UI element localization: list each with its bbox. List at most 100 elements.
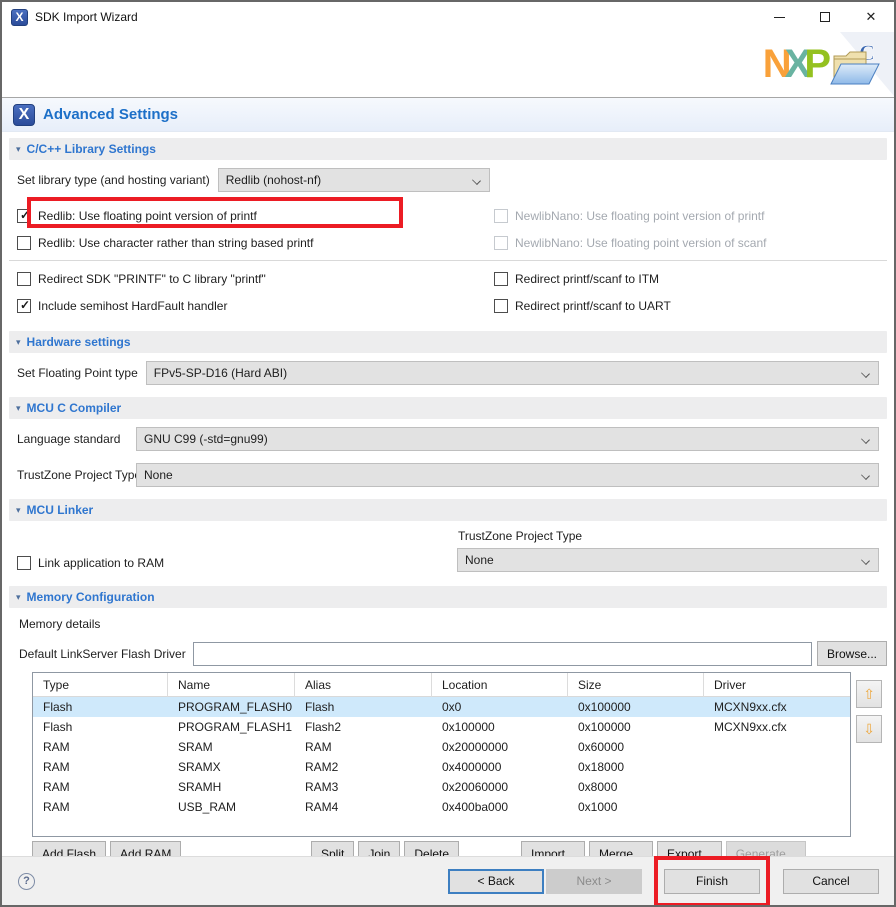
flash-driver-input[interactable] bbox=[193, 642, 812, 666]
flash-driver-label: Default LinkServer Flash Driver bbox=[19, 647, 186, 661]
language-standard-combo[interactable]: GNU C99 (-std=gnu99) bbox=[136, 427, 879, 451]
library-type-combo[interactable]: Redlib (nohost-nf) bbox=[218, 168, 490, 192]
checkbox-semihost-hardfault[interactable]: ✓ Include semihost HardFault handler bbox=[17, 292, 449, 319]
cell-name: USB_RAM bbox=[168, 800, 295, 814]
c-project-folder-icon: C bbox=[829, 38, 881, 94]
checkbox-redlib-float-printf[interactable]: ✓ Redlib: Use floating point version of … bbox=[17, 202, 449, 229]
table-row[interactable]: RAM USB_RAM RAM4 0x400ba000 0x1000 bbox=[33, 797, 850, 817]
move-up-icon: ⇧ bbox=[863, 686, 875, 703]
checkbox-newlibnano-float-printf: NewlibNano: Use floating point version o… bbox=[494, 202, 887, 229]
section-header-library-settings[interactable]: ▾ C/C++ Library Settings bbox=[9, 138, 887, 160]
annotation-highlight-finish: Finish bbox=[654, 856, 770, 907]
cell-type: RAM bbox=[33, 760, 168, 774]
maximize-button[interactable] bbox=[802, 2, 848, 32]
checkbox-label: Link application to RAM bbox=[38, 556, 164, 570]
divider bbox=[9, 260, 887, 261]
chevron-down-icon bbox=[861, 369, 870, 378]
minimize-button[interactable] bbox=[756, 2, 802, 32]
table-row[interactable]: Flash PROGRAM_FLASH0 Flash 0x0 0x100000 … bbox=[33, 697, 850, 717]
column-header-location[interactable]: Location bbox=[432, 673, 568, 697]
wizard-content: ▾ C/C++ Library Settings Set library typ… bbox=[2, 132, 894, 867]
chevron-down-icon bbox=[861, 556, 870, 565]
cell-name: PROGRAM_FLASH1 bbox=[168, 720, 295, 734]
maximize-icon bbox=[820, 12, 830, 22]
compiler-trustzone-combo[interactable]: None bbox=[136, 463, 879, 487]
cell-location: 0x400ba000 bbox=[432, 800, 568, 814]
checkbox-redlib-char-printf[interactable]: Redlib: Use character rather than string… bbox=[17, 229, 449, 256]
section-title: Hardware settings bbox=[27, 335, 131, 349]
section-title: MCU C Compiler bbox=[27, 401, 122, 415]
column-header-type[interactable]: Type bbox=[33, 673, 168, 697]
section-header-memory-configuration[interactable]: ▾ Memory Configuration bbox=[9, 586, 887, 608]
nxp-logo: NXP bbox=[763, 42, 824, 86]
close-icon: ✕ bbox=[866, 9, 877, 25]
page-header: X Advanced Settings bbox=[2, 98, 894, 132]
fpu-type-combo[interactable]: FPv5-SP-D16 (Hard ABI) bbox=[146, 361, 879, 385]
linker-trustzone-label: TrustZone Project Type bbox=[458, 529, 879, 543]
cell-alias: Flash2 bbox=[295, 720, 432, 734]
cell-name: SRAMX bbox=[168, 760, 295, 774]
section-header-hardware-settings[interactable]: ▾ Hardware settings bbox=[9, 331, 887, 353]
checkbox-link-application-to-ram[interactable]: Link application to RAM bbox=[17, 549, 164, 576]
browse-button[interactable]: Browse... bbox=[817, 641, 887, 666]
checkbox-icon: ✓ bbox=[17, 299, 31, 313]
chevron-down-icon bbox=[472, 176, 481, 185]
table-row[interactable]: RAM SRAMX RAM2 0x4000000 0x18000 bbox=[33, 757, 850, 777]
sdk-import-wizard-dialog: X SDK Import Wizard ✕ NXP C X Advanced S… bbox=[0, 0, 896, 907]
cell-driver: MCXN9xx.cfx bbox=[704, 720, 850, 734]
column-header-name[interactable]: Name bbox=[168, 673, 295, 697]
table-row[interactable]: RAM SRAMH RAM3 0x20060000 0x8000 bbox=[33, 777, 850, 797]
cell-type: RAM bbox=[33, 740, 168, 754]
move-row-down-button[interactable]: ⇩ bbox=[856, 715, 882, 743]
cell-location: 0x100000 bbox=[432, 720, 568, 734]
cell-type: Flash bbox=[33, 720, 168, 734]
back-button[interactable]: < Back bbox=[448, 869, 544, 894]
checkbox-label: NewlibNano: Use floating point version o… bbox=[515, 209, 764, 223]
next-button: Next > bbox=[546, 869, 642, 894]
cell-alias: RAM2 bbox=[295, 760, 432, 774]
advanced-settings-x-icon: X bbox=[13, 104, 35, 126]
section-header-mcu-linker[interactable]: ▾ MCU Linker bbox=[9, 499, 887, 521]
cell-location: 0x20000000 bbox=[432, 740, 568, 754]
collapse-twistie-icon: ▾ bbox=[16, 403, 21, 414]
cell-alias: RAM bbox=[295, 740, 432, 754]
fpu-type-label: Set Floating Point type bbox=[17, 366, 138, 380]
cell-location: 0x4000000 bbox=[432, 760, 568, 774]
cell-driver: MCXN9xx.cfx bbox=[704, 700, 850, 714]
move-row-up-button[interactable]: ⇧ bbox=[856, 680, 882, 708]
move-down-icon: ⇩ bbox=[863, 721, 875, 738]
checkbox-redirect-uart[interactable]: Redirect printf/scanf to UART bbox=[494, 292, 887, 319]
memory-table-header: Type Name Alias Location Size Driver bbox=[33, 673, 850, 697]
checkbox-label: NewlibNano: Use floating point version o… bbox=[515, 236, 766, 250]
section-header-mcu-c-compiler[interactable]: ▾ MCU C Compiler bbox=[9, 397, 887, 419]
memory-details-label: Memory details bbox=[9, 608, 887, 631]
collapse-twistie-icon: ▾ bbox=[16, 337, 21, 348]
linker-trustzone-combo[interactable]: None bbox=[457, 548, 879, 572]
checkbox-redirect-itm[interactable]: Redirect printf/scanf to ITM bbox=[494, 265, 887, 292]
cell-name: PROGRAM_FLASH0 bbox=[168, 700, 295, 714]
column-header-driver[interactable]: Driver bbox=[704, 673, 850, 697]
checkbox-newlibnano-float-scanf: NewlibNano: Use floating point version o… bbox=[494, 229, 887, 256]
finish-button[interactable]: Finish bbox=[664, 869, 760, 894]
checkbox-icon bbox=[494, 272, 508, 286]
check-icon: ✓ bbox=[18, 209, 32, 221]
table-row[interactable]: RAM SRAM RAM 0x20000000 0x60000 bbox=[33, 737, 850, 757]
close-button[interactable]: ✕ bbox=[848, 2, 894, 32]
cell-type: RAM bbox=[33, 800, 168, 814]
checkbox-icon: ✓ bbox=[17, 209, 31, 223]
help-button[interactable]: ? bbox=[18, 873, 35, 890]
cell-location: 0x20060000 bbox=[432, 780, 568, 794]
table-row[interactable]: Flash PROGRAM_FLASH1 Flash2 0x100000 0x1… bbox=[33, 717, 850, 737]
library-checkbox-group: ✓ Redlib: Use floating point version of … bbox=[9, 196, 887, 323]
nxp-logo-x: X bbox=[785, 42, 805, 86]
checkbox-redirect-sdk-printf[interactable]: Redirect SDK "PRINTF" to C library "prin… bbox=[17, 265, 449, 292]
cancel-button[interactable]: Cancel bbox=[783, 869, 879, 894]
help-icon: ? bbox=[23, 875, 30, 887]
fpu-type-value: FPv5-SP-D16 (Hard ABI) bbox=[154, 366, 287, 380]
chevron-down-icon bbox=[861, 435, 870, 444]
section-title: C/C++ Library Settings bbox=[27, 142, 156, 156]
column-header-alias[interactable]: Alias bbox=[295, 673, 432, 697]
section-title: MCU Linker bbox=[27, 503, 94, 517]
cell-size: 0x100000 bbox=[568, 720, 704, 734]
column-header-size[interactable]: Size bbox=[568, 673, 704, 697]
